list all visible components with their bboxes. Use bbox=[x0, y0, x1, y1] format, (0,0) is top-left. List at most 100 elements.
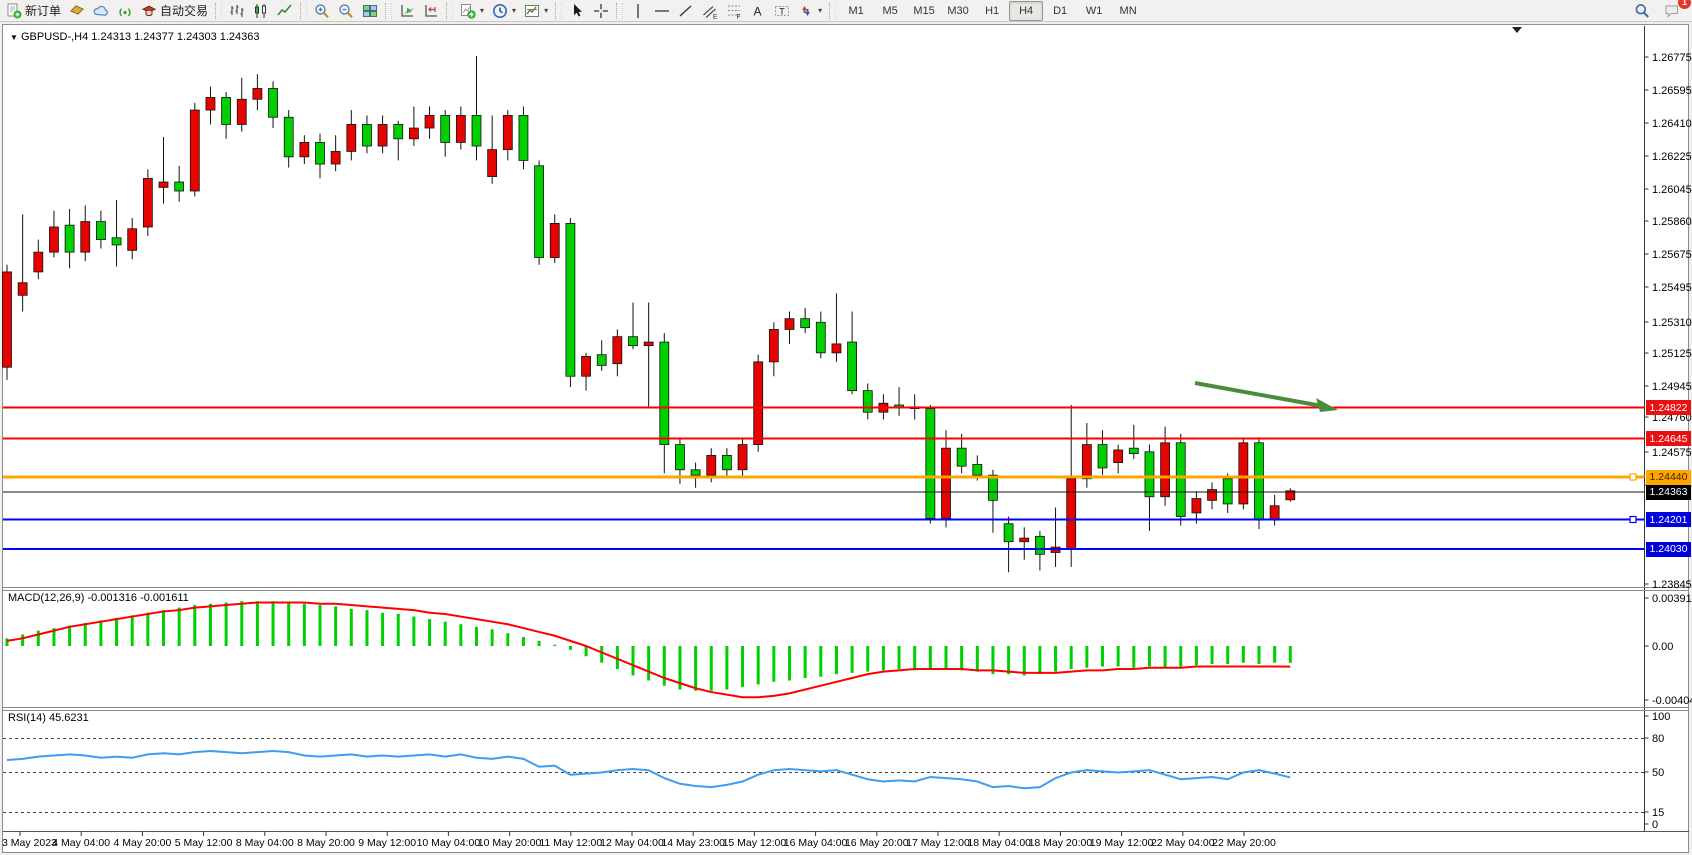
candle-body bbox=[300, 142, 309, 156]
candle-body bbox=[519, 115, 528, 160]
indicator-axis-label: 80 bbox=[1652, 733, 1664, 745]
candle-body bbox=[582, 356, 591, 376]
candle-body bbox=[801, 319, 810, 328]
candle-body bbox=[597, 355, 606, 366]
candle-body bbox=[143, 178, 152, 227]
time-axis-label: 22 May 20:00 bbox=[1212, 837, 1276, 849]
line-handle-marker[interactable] bbox=[1630, 517, 1636, 523]
macd-indicator-label: MACD(12,26,9) -0.001316 -0.001611 bbox=[8, 592, 189, 604]
rsi-indicator-label: RSI(14) 45.6231 bbox=[8, 712, 89, 724]
candle-body bbox=[34, 252, 43, 272]
candle-body bbox=[973, 464, 982, 475]
time-axis-label: 18 May 20:00 bbox=[1029, 837, 1093, 849]
time-axis-label: 4 May 20:00 bbox=[114, 837, 172, 849]
candle-body bbox=[1176, 443, 1185, 517]
candle-body bbox=[331, 151, 340, 164]
time-axis-label: 10 May 04:00 bbox=[417, 837, 481, 849]
candle-body bbox=[96, 222, 105, 240]
price-axis-label: 1.23845 bbox=[1652, 579, 1692, 591]
time-axis-label: 11 May 12:00 bbox=[539, 837, 602, 849]
price-axis-label: 1.26045 bbox=[1652, 184, 1692, 196]
time-axis-label: 16 May 20:00 bbox=[845, 837, 909, 849]
candle-body bbox=[1082, 445, 1091, 479]
line-handle-marker[interactable] bbox=[1630, 474, 1636, 480]
price-axis-label: 1.25310 bbox=[1652, 317, 1692, 329]
candle-body bbox=[488, 150, 497, 177]
trend-arrow-head-icon[interactable] bbox=[1316, 398, 1338, 412]
indicator-axis-label: -0.004049 bbox=[1652, 695, 1692, 707]
candle-body bbox=[472, 115, 481, 146]
time-axis-label: 5 May 12:00 bbox=[175, 837, 233, 849]
candle-body bbox=[456, 115, 465, 142]
candle-body bbox=[613, 337, 622, 364]
price-level-badge-1.24440: 1.24440 bbox=[1646, 470, 1691, 485]
candle-body bbox=[128, 229, 137, 251]
candle-body bbox=[691, 470, 700, 475]
candle-body bbox=[957, 448, 966, 466]
candle-body bbox=[206, 97, 215, 110]
candle-body bbox=[1114, 450, 1123, 463]
candle-body bbox=[190, 110, 199, 191]
candle-body bbox=[1161, 443, 1170, 497]
time-axis-label: 18 May 04:00 bbox=[967, 837, 1031, 849]
candle-body bbox=[926, 409, 935, 519]
candle-body bbox=[159, 182, 168, 187]
indicator-axis-label: 50 bbox=[1652, 767, 1664, 779]
chart-shift-marker-icon[interactable] bbox=[1512, 27, 1522, 33]
candle-body bbox=[1192, 499, 1201, 513]
candle-body bbox=[707, 455, 716, 475]
candle-body bbox=[394, 124, 403, 138]
rsi-line bbox=[7, 751, 1290, 788]
price-axis-label: 1.26410 bbox=[1652, 118, 1692, 130]
candle-body bbox=[754, 362, 763, 445]
candle-body bbox=[1129, 448, 1138, 453]
price-level-badge-1.24822: 1.24822 bbox=[1646, 400, 1691, 415]
price-level-badge-1.24363: 1.24363 bbox=[1646, 485, 1691, 500]
time-axis-label: 16 May 04:00 bbox=[784, 837, 848, 849]
macd-pane bbox=[7, 601, 1290, 697]
candle-body bbox=[644, 342, 653, 346]
candle-body bbox=[65, 225, 74, 252]
time-axis-label: 12 May 04:00 bbox=[600, 837, 664, 849]
price-level-badge-1.24645: 1.24645 bbox=[1646, 431, 1691, 446]
candle-body bbox=[816, 322, 825, 353]
chart-canvas[interactable]: 1.267751.265951.264101.262251.260451.258… bbox=[0, 0, 1692, 855]
trend-arrow-shaft[interactable] bbox=[1195, 383, 1322, 406]
collapse-triangle-icon[interactable]: ▼ bbox=[10, 33, 18, 42]
candle-body bbox=[660, 342, 669, 445]
time-axis-label: 22 May 04:00 bbox=[1151, 837, 1215, 849]
candles-layer bbox=[3, 56, 1295, 572]
candle-body bbox=[675, 445, 684, 470]
time-axis-label: 17 May 12:00 bbox=[906, 837, 970, 849]
candle-body bbox=[1067, 479, 1076, 549]
time-axis-label: 19 May 12:00 bbox=[1090, 837, 1154, 849]
time-axis-label: 9 May 12:00 bbox=[358, 837, 416, 849]
candle-body bbox=[863, 391, 872, 413]
indicator-axis-label: 0.00 bbox=[1652, 641, 1673, 653]
candle-body bbox=[832, 344, 841, 353]
price-axis-label: 1.24945 bbox=[1652, 381, 1692, 393]
time-axis-label: 14 May 23:00 bbox=[661, 837, 725, 849]
candle-body bbox=[1208, 490, 1217, 501]
price-axis-label: 1.25495 bbox=[1652, 282, 1692, 294]
candle-body bbox=[378, 124, 387, 146]
time-axis-labels[interactable]: 3 May 20234 May 04:004 May 20:005 May 12… bbox=[2, 832, 1276, 850]
candle-body bbox=[409, 128, 418, 139]
time-axis-label: 4 May 04:00 bbox=[52, 837, 110, 849]
time-axis-label: 8 May 20:00 bbox=[297, 837, 355, 849]
candle-body bbox=[942, 448, 951, 518]
candle-body bbox=[222, 97, 231, 124]
candle-body bbox=[3, 272, 12, 367]
candle-body bbox=[566, 223, 575, 376]
candle-body bbox=[550, 223, 559, 257]
candle-body bbox=[316, 142, 325, 164]
candle-body bbox=[722, 455, 731, 469]
indicator-axis-label: 15 bbox=[1652, 807, 1664, 819]
candle-body bbox=[629, 337, 638, 346]
indicator-axis-label: 100 bbox=[1652, 711, 1670, 723]
candle-body bbox=[112, 238, 121, 245]
candle-body bbox=[769, 329, 778, 361]
candle-body bbox=[425, 115, 434, 128]
candle-body bbox=[1223, 479, 1232, 504]
candle-body bbox=[1098, 445, 1107, 468]
